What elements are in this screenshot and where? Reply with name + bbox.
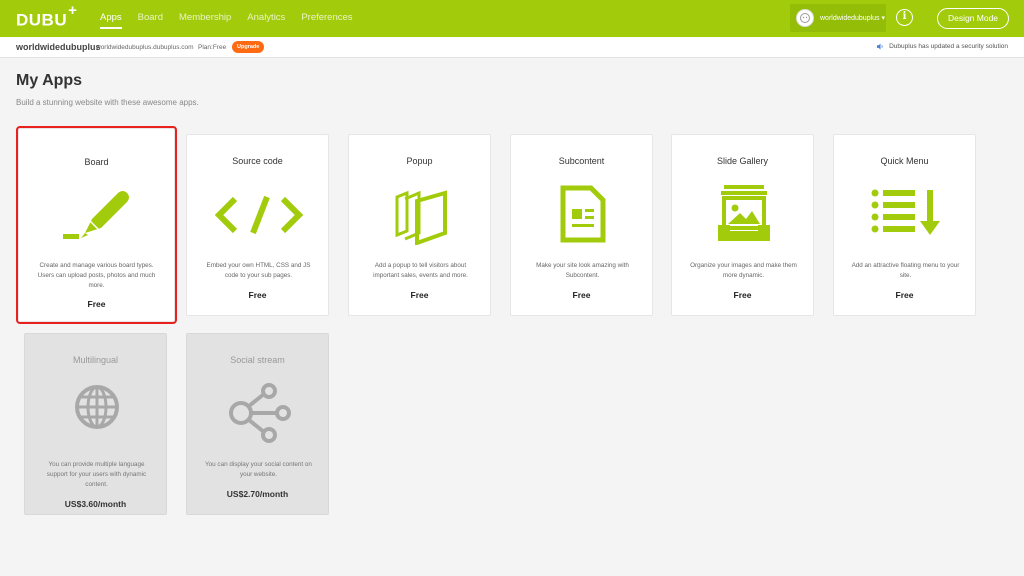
- code-icon: [215, 195, 303, 235]
- app-card-source-code[interactable]: Source code Embed your own HTML, CSS and…: [186, 134, 329, 316]
- app-card-multilingual[interactable]: Multilingual You can provide multiple la…: [24, 333, 167, 515]
- globe-icon: [75, 385, 119, 429]
- page-title: My Apps: [16, 72, 83, 89]
- nav-preferences[interactable]: Preferences: [301, 12, 352, 29]
- plan-label: Plan:Free: [198, 44, 227, 51]
- card-price: Free: [895, 290, 914, 300]
- card-price: Free: [248, 290, 267, 300]
- security-notice[interactable]: Dubuplus has updated a security solution: [877, 43, 1008, 50]
- design-mode-button[interactable]: Design Mode: [937, 8, 1009, 29]
- card-price: Free: [572, 290, 591, 300]
- card-title: Social stream: [230, 355, 285, 365]
- share-icon: [229, 383, 291, 443]
- site-name: worldwidedubuplus: [16, 42, 101, 52]
- notice-text: Dubuplus has updated a security solution: [889, 43, 1008, 50]
- card-title: Board: [84, 157, 109, 167]
- avatar: [796, 9, 814, 27]
- gallery-icon: [718, 185, 770, 241]
- speaker-icon: [877, 43, 883, 50]
- card-title: Popup: [406, 156, 433, 166]
- user-menu[interactable]: worldwidedubuplus ▾: [790, 4, 886, 32]
- card-title: Slide Gallery: [716, 156, 769, 166]
- card-description: Make your site look amazing with Subcont…: [536, 262, 629, 279]
- card-price: Free: [733, 290, 752, 300]
- nav-analytics[interactable]: Analytics: [247, 12, 285, 29]
- nav-apps[interactable]: Apps: [100, 12, 122, 29]
- app-card-slide-gallery[interactable]: Slide Gallery Organize your images and m…: [671, 134, 814, 316]
- card-title: Quick Menu: [880, 156, 929, 166]
- card-price: US$3.60/month: [64, 499, 127, 509]
- card-description: Add a popup to tell visitors about impor…: [373, 262, 468, 279]
- top-navigation-bar: DUBU+ Apps Board Membership Analytics Pr…: [0, 0, 1024, 37]
- main-nav: Apps Board Membership Analytics Preferen…: [100, 12, 369, 29]
- site-url[interactable]: worldwidedubuplus.dubuplus.com: [96, 44, 194, 51]
- pen-icon: [63, 191, 129, 239]
- card-description: Create and manage various board types. U…: [37, 262, 156, 289]
- popup-icon: [395, 190, 447, 245]
- nav-board[interactable]: Board: [138, 12, 163, 29]
- app-card-popup[interactable]: Popup Add a popup to tell visitors about…: [348, 134, 491, 316]
- card-price: US$2.70/month: [226, 489, 289, 499]
- username-label: worldwidedubuplus ▾: [820, 15, 885, 22]
- card-title: Subcontent: [558, 156, 605, 166]
- site-info-bar: worldwidedubuplus worldwidedubuplus.dubu…: [0, 37, 1024, 58]
- info-icon[interactable]: i: [896, 9, 913, 26]
- card-description: Organize your images and make them more …: [690, 262, 797, 279]
- app-card-subcontent[interactable]: Subcontent Make your site look amazing w…: [510, 134, 653, 316]
- card-description: You can provide multiple language suppor…: [46, 461, 147, 488]
- card-description: Add an attractive floating menu to your …: [851, 262, 960, 279]
- card-title: Source code: [232, 156, 283, 166]
- app-card-board[interactable]: Board Create and manage various board ty…: [16, 126, 177, 324]
- app-card-quick-menu[interactable]: Quick Menu Add an attractive floating me…: [833, 134, 976, 316]
- quick-menu-icon: [871, 189, 940, 235]
- page-subtitle: Build a stunning website with these awes…: [16, 98, 199, 107]
- app-card-social-stream[interactable]: Social stream You can display your socia…: [186, 333, 329, 515]
- card-price: Free: [87, 299, 106, 309]
- card-title: Multilingual: [72, 355, 119, 365]
- card-description: Embed your own HTML, CSS and JS code to …: [206, 262, 311, 279]
- card-description: You can display your social content on y…: [205, 461, 312, 478]
- dubuplus-logo[interactable]: DUBU+: [16, 2, 77, 31]
- upgrade-button[interactable]: Upgrade: [232, 41, 265, 53]
- card-price: Free: [410, 290, 429, 300]
- document-icon: [560, 185, 606, 243]
- nav-membership[interactable]: Membership: [179, 12, 231, 29]
